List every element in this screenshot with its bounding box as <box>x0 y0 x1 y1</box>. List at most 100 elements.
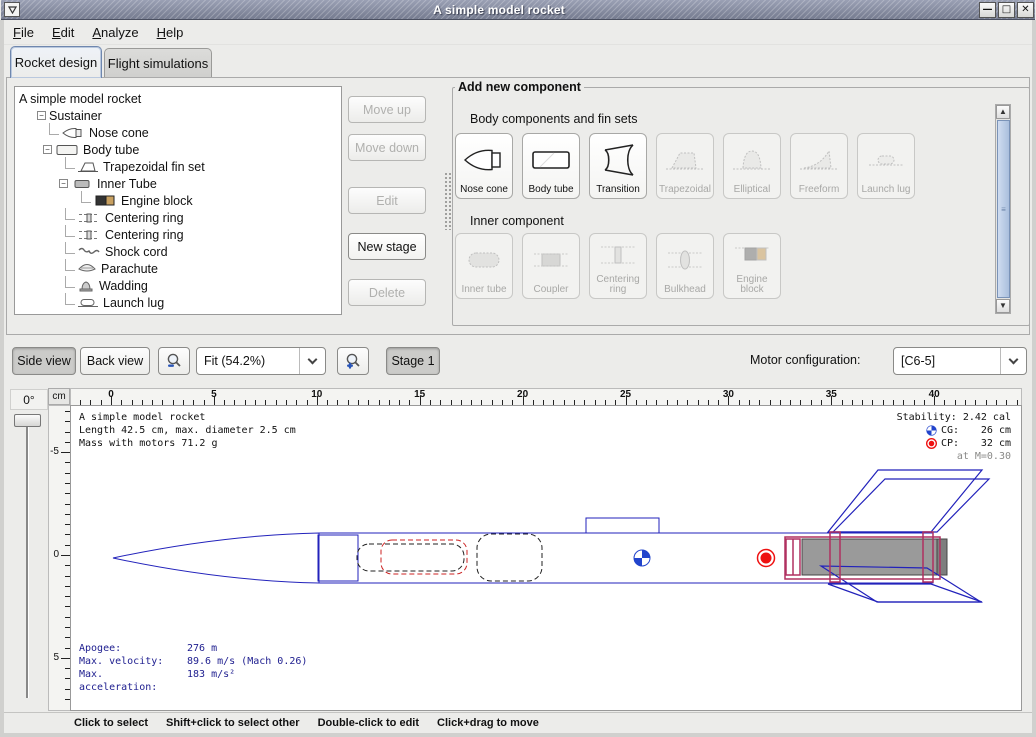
magnifier-minus-icon <box>165 352 183 370</box>
component-tree[interactable]: A simple model rocket − Sustainer Nose c… <box>14 86 342 315</box>
scroll-down-icon[interactable]: ▼ <box>996 299 1010 313</box>
add-bulkhead-button: Bulkhead <box>656 233 714 299</box>
flight-stats: Apogee:276 m Max. velocity:89.6 m/s (Mac… <box>79 642 307 694</box>
ruler-label: 10 <box>311 389 322 400</box>
status-bar: Click to select Shift+click to select ot… <box>4 712 1032 733</box>
tree-item-parachute[interactable]: Parachute <box>15 260 341 277</box>
side-view-button[interactable]: Side view <box>12 347 76 375</box>
add-coupler-button: Coupler <box>522 233 580 299</box>
tree-item-body-tube[interactable]: − Body tube <box>15 141 341 158</box>
stability-info: Stability: 2.42 cal CG:26 cm CP:32 cm at… <box>897 411 1011 463</box>
inner-tube-icon <box>71 179 93 189</box>
horizontal-ruler: 0510152025303540 <box>70 388 1022 405</box>
rocket-canvas[interactable]: A simple model rocket Length 42.5 cm, ma… <box>70 405 1022 711</box>
window-frame <box>0 733 1036 737</box>
add-transition-button[interactable]: Transition <box>589 133 647 199</box>
tab-flight-simulations[interactable]: Flight simulations <box>104 48 212 78</box>
add-nose-cone-button[interactable]: Nose cone <box>455 133 513 199</box>
title-bar[interactable]: A simple model rocket — □ ✕ <box>1 0 1035 20</box>
motor-configuration-select[interactable]: [C6-5] <box>893 347 1027 375</box>
add-launch-lug-button: Launch lug <box>857 133 915 199</box>
tab-rocket-design[interactable]: Rocket design <box>10 46 102 78</box>
motor-configuration-label: Motor configuration: <box>750 353 860 367</box>
tree-item-launch-lug[interactable]: Launch lug <box>15 294 341 311</box>
magnifier-plus-icon <box>344 352 362 370</box>
window-menu-icon[interactable] <box>4 2 20 17</box>
ruler-label: 0 <box>53 549 59 560</box>
cg-icon <box>926 425 937 436</box>
add-centering-ring-button: Centering ring <box>589 233 647 299</box>
maximize-button[interactable]: □ <box>998 2 1015 18</box>
coupler-icon <box>528 234 574 285</box>
rotation-value: 0° <box>10 389 48 410</box>
move-down-button: Move down <box>348 134 426 161</box>
ruler-label: -5 <box>50 446 59 457</box>
elliptical-fin-icon <box>729 134 775 185</box>
chevron-down-icon <box>299 348 325 374</box>
hint-drag: Click+drag to move <box>437 717 539 729</box>
tree-item-sustainer[interactable]: − Sustainer <box>15 107 341 124</box>
tree-item-inner-tube[interactable]: − Inner Tube <box>15 175 341 192</box>
chevron-down-icon <box>1000 348 1026 374</box>
zoom-level-select[interactable]: Fit (54.2%) <box>196 347 326 375</box>
hint-click: Click to select <box>74 717 148 729</box>
centering-ring-icon <box>77 229 101 241</box>
zoom-in-button[interactable] <box>337 347 369 375</box>
cp-icon <box>926 438 937 449</box>
launch-lug-icon <box>863 134 909 185</box>
move-up-button: Move up <box>348 96 426 123</box>
inner-component-label: Inner component <box>470 214 564 228</box>
menu-file[interactable]: File <box>4 23 43 42</box>
ruler-label: 30 <box>723 389 734 400</box>
tree-item-rocket[interactable]: A simple model rocket <box>15 90 341 107</box>
panel-divider[interactable] <box>444 172 451 230</box>
scrollbar-thumb[interactable]: ≡ <box>997 120 1010 298</box>
menu-edit[interactable]: Edit <box>43 23 83 42</box>
tree-item-wadding[interactable]: Wadding <box>15 277 341 294</box>
fin-set-icon <box>77 161 99 173</box>
nose-cone-icon <box>61 127 85 139</box>
trapezoidal-fin-icon <box>662 134 708 185</box>
group-legend: Add new component <box>455 80 584 94</box>
tree-item-engine-block[interactable]: Engine block <box>15 192 341 209</box>
launch-lug-icon <box>77 298 99 308</box>
back-view-button[interactable]: Back view <box>80 347 150 375</box>
close-button[interactable]: ✕ <box>1017 2 1034 18</box>
body-components-label: Body components and fin sets <box>470 112 637 126</box>
rocket-info: A simple model rocket Length 42.5 cm, ma… <box>79 411 296 450</box>
rotation-slider-thumb[interactable] <box>14 414 41 427</box>
bulkhead-icon <box>662 234 708 285</box>
scroll-up-icon[interactable]: ▲ <box>996 105 1010 119</box>
minimize-button[interactable]: — <box>979 2 996 18</box>
ruler-label: 15 <box>414 389 425 400</box>
body-tube-icon <box>55 144 79 156</box>
application-window: A simple model rocket — □ ✕ File Edit An… <box>0 0 1036 737</box>
zoom-out-button[interactable] <box>158 347 190 375</box>
menu-analyze[interactable]: Analyze <box>83 23 147 42</box>
tree-item-centering-ring-1[interactable]: Centering ring <box>15 209 341 226</box>
new-stage-button[interactable]: New stage <box>348 233 426 260</box>
tree-item-nose-cone[interactable]: Nose cone <box>15 124 341 141</box>
collapse-toggle-icon[interactable]: − <box>43 145 52 154</box>
tree-item-shock-cord[interactable]: Shock cord <box>15 243 341 260</box>
stage-1-toggle[interactable]: Stage 1 <box>386 347 440 375</box>
rotation-slider-track[interactable] <box>26 416 29 698</box>
collapse-toggle-icon[interactable]: − <box>59 179 68 188</box>
component-panel-scrollbar[interactable]: ▲ ≡ ▼ <box>995 104 1011 314</box>
window-title: A simple model rocket <box>20 3 978 17</box>
tree-item-fin-set[interactable]: Trapezoidal fin set <box>15 158 341 175</box>
tree-item-centering-ring-2[interactable]: Centering ring <box>15 226 341 243</box>
hint-shift-click: Shift+click to select other <box>166 717 300 729</box>
menu-help[interactable]: Help <box>148 23 193 42</box>
menu-bar: File Edit Analyze Help <box>4 21 1032 45</box>
freeform-fin-icon <box>796 134 842 185</box>
wadding-icon <box>77 280 95 292</box>
parachute-icon <box>77 263 97 275</box>
add-inner-tube-button: Inner tube <box>455 233 513 299</box>
ruler-unit-label: cm <box>48 388 70 405</box>
edit-button: Edit <box>348 187 426 214</box>
ruler-label: 20 <box>517 389 528 400</box>
hint-double-click: Double-click to edit <box>318 717 419 729</box>
add-body-tube-button[interactable]: Body tube <box>522 133 580 199</box>
collapse-toggle-icon[interactable]: − <box>37 111 46 120</box>
